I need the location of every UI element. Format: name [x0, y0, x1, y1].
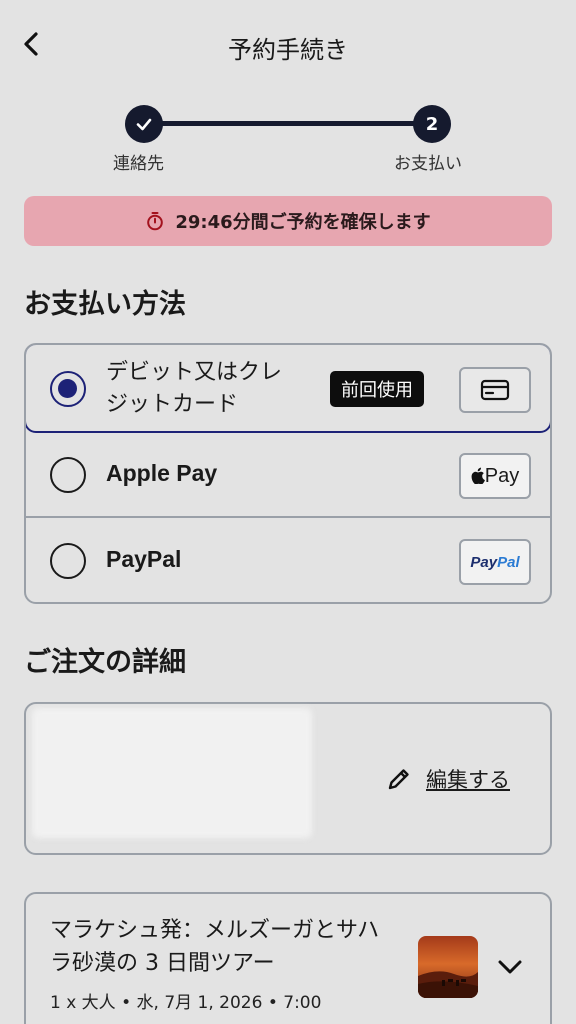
apple-pay-logo-text: Pay	[471, 465, 519, 488]
last-used-badge: 前回使用	[330, 371, 424, 407]
app-header: 予約手続き	[0, 0, 576, 90]
step-contact-label: 連絡先	[113, 154, 164, 174]
payment-option-card[interactable]: デビット又はクレ ジットカード 前回使用	[26, 345, 550, 433]
tour-thumbnail	[418, 936, 478, 998]
step-payment-dot: 2	[413, 105, 451, 143]
check-icon	[136, 118, 152, 131]
radio-card[interactable]	[50, 371, 86, 407]
stopwatch-icon	[147, 212, 164, 231]
payment-method-list: Apple Pay Pay PayPal PayPal デビット又はクレ ジット…	[24, 343, 552, 604]
card-label-line1: デビット又はクレ	[106, 360, 283, 385]
payment-option-label: デビット又はクレ ジットカード	[106, 357, 316, 421]
paypal-logo-pal: Pal	[497, 553, 520, 571]
payment-method-heading: お支払い方法	[24, 289, 186, 320]
payment-option-label: Apple Pay	[106, 460, 218, 486]
apple-icon	[471, 467, 485, 484]
timer-time: 29:46	[175, 212, 233, 233]
order-details-card: 編集する	[24, 702, 552, 855]
step-payment-label: お支払い	[394, 154, 462, 174]
chevron-down-icon[interactable]	[496, 956, 524, 978]
stepper-line	[144, 121, 432, 126]
apple-pay-logo: Pay	[459, 453, 531, 499]
timer-message: 分間ご予約を確保します	[232, 212, 431, 233]
reservation-timer-banner: 29:46分間ご予約を確保します	[24, 196, 552, 246]
apple-pay-logo-label: Pay	[484, 464, 520, 487]
redacted-contact-info	[32, 708, 312, 838]
page-title: 予約手続き	[228, 36, 348, 64]
radio-apple-pay[interactable]	[50, 457, 86, 493]
card-label-line2: ジットカード	[106, 392, 239, 417]
tour-summary-card[interactable]: マラケシュ発：メルズーガとサハラ砂漠の 3 日間ツアー 1 x 大人 • 水, …	[24, 892, 552, 1024]
tour-meta: 1 x 大人 • 水, 7月 1, 2026 • 7:00	[50, 993, 322, 1013]
order-details-heading: ご注文の詳細	[24, 647, 186, 678]
edit-button[interactable]: 編集する	[386, 764, 510, 794]
step-contact-dot	[125, 105, 163, 143]
edit-link[interactable]: 編集する	[426, 764, 510, 794]
payment-option-label: PayPal	[106, 546, 182, 572]
card-glyph-icon	[480, 379, 510, 401]
tour-title: マラケシュ発：メルズーガとサハラ砂漠の 3 日間ツアー	[50, 918, 380, 976]
paypal-logo: PayPal	[459, 539, 531, 585]
credit-card-icon	[459, 367, 531, 413]
desert-image	[418, 971, 478, 998]
pencil-icon	[388, 769, 409, 790]
progress-stepper: 2 連絡先 お支払い	[0, 103, 576, 174]
timer-text: 29:46分間ご予約を確保します	[175, 208, 430, 234]
radio-paypal[interactable]	[50, 543, 86, 579]
paypal-logo-pay: Pay	[470, 553, 498, 571]
payment-option-paypal[interactable]: PayPal PayPal	[26, 518, 550, 602]
payment-option-apple-pay[interactable]: Apple Pay Pay	[26, 432, 550, 518]
paypal-logo-text: PayPal	[470, 554, 519, 571]
